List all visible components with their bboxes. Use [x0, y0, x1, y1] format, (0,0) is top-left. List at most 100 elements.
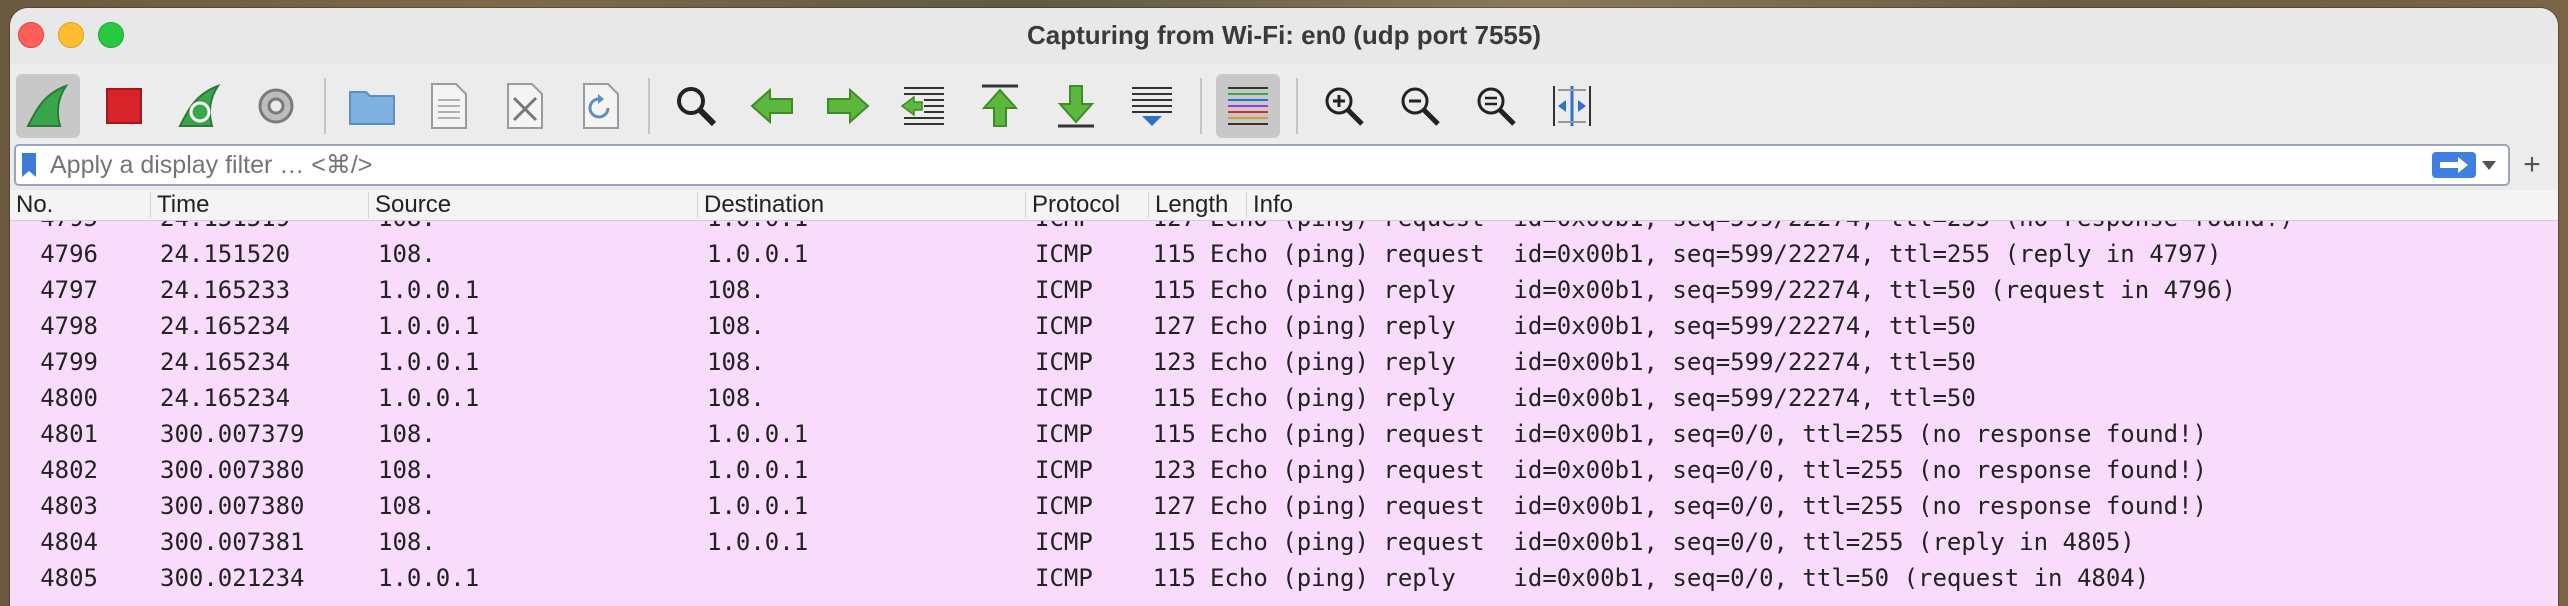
packet-source: 108.	[378, 221, 436, 236]
packet-row[interactable]: 4800 24.165234 1.0.0.1 108. ICMP 115 Echo (pin…	[10, 380, 2558, 416]
packet-protocol: ICMP	[1035, 456, 1093, 484]
packet-row[interactable]: 4802 300.007380 108. 1.0.0.1 ICMP 123 Echo (pi…	[10, 452, 2558, 488]
go-last-button[interactable]	[1044, 74, 1108, 138]
packet-protocol: ICMP	[1035, 420, 1093, 448]
column-header-source[interactable]: Source	[368, 192, 695, 218]
packet-no: 4798	[40, 312, 98, 340]
toolbar-separator	[648, 78, 650, 134]
bookmark-icon[interactable]	[22, 153, 36, 177]
column-header-length[interactable]: Length	[1148, 192, 1239, 218]
packet-destination: 1.0.0.1	[707, 528, 809, 556]
packet-row[interactable]: 4797 24.165233 1.0.0.1 108. ICMP 115 Echo (pin…	[10, 272, 2558, 308]
resize-columns-button[interactable]	[1540, 74, 1604, 138]
packet-length: 127	[1140, 221, 1196, 236]
zoom-in-button[interactable]	[1312, 74, 1376, 138]
go-forward-button[interactable]	[816, 74, 880, 138]
packet-info: Echo (ping) reply id=0x00b1, seq=599/222…	[1210, 348, 1976, 376]
packet-source: 1.0.0.1	[378, 348, 480, 376]
restart-fin-icon	[178, 84, 221, 127]
auto-scroll-button[interactable]	[1120, 74, 1184, 138]
stop-capture-button[interactable]	[92, 74, 156, 138]
packet-destination: 108.	[707, 276, 765, 304]
go-back-button[interactable]	[740, 74, 804, 138]
packet-row[interactable]: 4804 300.007381 108. 1.0.0.1 ICMP 115 Echo (pi…	[10, 524, 2558, 560]
packet-protocol: ICMP	[1035, 492, 1093, 520]
packet-length: 123	[1152, 348, 1196, 376]
column-header-protocol[interactable]: Protocol	[1025, 192, 1142, 218]
column-header-destination[interactable]: Destination	[697, 192, 1024, 218]
packet-row[interactable]: 4795 24.151519 108. 1.0.0.1 ICMP 127 Echo (pin…	[10, 221, 2558, 236]
packet-info: Echo (ping) reply id=0x00b1, seq=0/0, tt…	[1210, 564, 2150, 592]
arrow-down-bar-icon	[1057, 85, 1095, 128]
packet-protocol: ICMP	[1035, 384, 1093, 412]
packet-no: 4805	[40, 564, 98, 592]
column-header-info[interactable]: Info	[1246, 192, 2453, 218]
column-header-no[interactable]: No.	[10, 192, 156, 218]
packet-no: 4801	[40, 420, 98, 448]
arrow-left-icon	[750, 87, 793, 125]
zoom-in-icon	[1325, 87, 1364, 126]
arrow-right-icon	[2440, 157, 2468, 173]
packet-row[interactable]: 4801 300.007379 108. 1.0.0.1 ICMP 115 Echo (pi…	[10, 416, 2558, 452]
packet-source: 108.	[378, 528, 436, 556]
display-filter-input[interactable]	[48, 149, 2432, 181]
packet-protocol: ICMP	[1035, 312, 1093, 340]
packet-list[interactable]: 4795 24.151519 108. 1.0.0.1 ICMP 127 Echo (pin…	[10, 221, 2558, 606]
packet-row[interactable]: 4803 300.007380 108. 1.0.0.1 ICMP 127 Echo (pi…	[10, 488, 2558, 524]
colorize-button[interactable]	[1216, 74, 1280, 138]
colorize-icon	[1228, 87, 1268, 125]
folder-icon	[349, 91, 395, 125]
packet-info: Echo (ping) request id=0x00b1, seq=0/0, …	[1210, 528, 2135, 556]
packet-row[interactable]: 4796 24.151520 108. 1.0.0.1 ICMP 115 Echo (pin…	[10, 236, 2558, 272]
find-packet-button[interactable]	[664, 74, 728, 138]
packet-destination: 1.0.0.1	[707, 240, 809, 268]
packet-destination: 108.	[707, 384, 765, 412]
packet-info: Echo (ping) reply id=0x00b1, seq=599/222…	[1210, 312, 1976, 340]
packet-time: 300.021234	[160, 564, 305, 592]
packet-time: 24.165234	[160, 348, 291, 376]
packet-list-header: No. Time Source Destination Protocol Len…	[10, 190, 2558, 221]
packet-no: 4803	[40, 492, 98, 520]
packet-info: Echo (ping) request id=0x00b1, seq=599/2…	[1210, 221, 2294, 236]
packet-info: Echo (ping) request id=0x00b1, seq=0/0, …	[1210, 420, 2207, 448]
packet-row[interactable]: 4799 24.165234 1.0.0.1 108. ICMP 123 Echo (pin…	[10, 344, 2558, 380]
packet-row[interactable]: 4798 24.165234 1.0.0.1 108. ICMP 127 Echo (pin…	[10, 308, 2558, 344]
open-file-button[interactable]	[340, 74, 404, 138]
packet-row[interactable]: 4805 300.021234 1.0.0.1 ICMP 115 Echo (ping) …	[10, 560, 2558, 596]
packet-time: 24.165234	[160, 312, 291, 340]
packet-destination: 1.0.0.1	[707, 456, 809, 484]
reload-file-button[interactable]	[568, 74, 632, 138]
close-file-button[interactable]	[492, 74, 556, 138]
apply-filter-button[interactable]	[2432, 152, 2476, 178]
go-to-packet-button[interactable]	[892, 74, 956, 138]
packet-length: 115	[1152, 420, 1196, 448]
packet-time: 300.007380	[160, 492, 305, 520]
packet-time: 300.007379	[160, 420, 305, 448]
packet-destination: 1.0.0.1	[707, 492, 809, 520]
zoom-reset-button[interactable]	[1464, 74, 1528, 138]
column-header-time[interactable]: Time	[150, 192, 367, 218]
save-file-button[interactable]	[416, 74, 480, 138]
autoscroll-icon	[1132, 87, 1172, 126]
zoom-out-button[interactable]	[1388, 74, 1452, 138]
packet-protocol: ICMP	[1035, 221, 1093, 236]
packet-no: 4804	[40, 528, 98, 556]
packet-destination: 108.	[707, 348, 765, 376]
start-capture-button[interactable]	[16, 74, 80, 138]
restart-capture-button[interactable]	[168, 74, 232, 138]
packet-source: 108.	[378, 240, 436, 268]
chevron-down-icon[interactable]	[2482, 160, 2496, 170]
capture-options-button[interactable]	[244, 74, 308, 138]
title-bar: Capturing from Wi-Fi: en0 (udp port 7555…	[10, 8, 2558, 64]
packet-no: 4796	[40, 240, 98, 268]
packet-info: Echo (ping) request id=0x00b1, seq=0/0, …	[1210, 456, 2207, 484]
go-first-button[interactable]	[968, 74, 1032, 138]
shark-fin-icon	[26, 84, 69, 127]
packet-source: 1.0.0.1	[378, 384, 480, 412]
packet-protocol: ICMP	[1035, 348, 1093, 376]
toolbar-separator	[1296, 78, 1298, 134]
add-filter-button[interactable]: +	[2510, 148, 2554, 182]
packet-info: Echo (ping) reply id=0x00b1, seq=599/222…	[1210, 276, 2236, 304]
zoom-reset-icon	[1477, 87, 1516, 126]
packet-length: 115	[1152, 276, 1196, 304]
